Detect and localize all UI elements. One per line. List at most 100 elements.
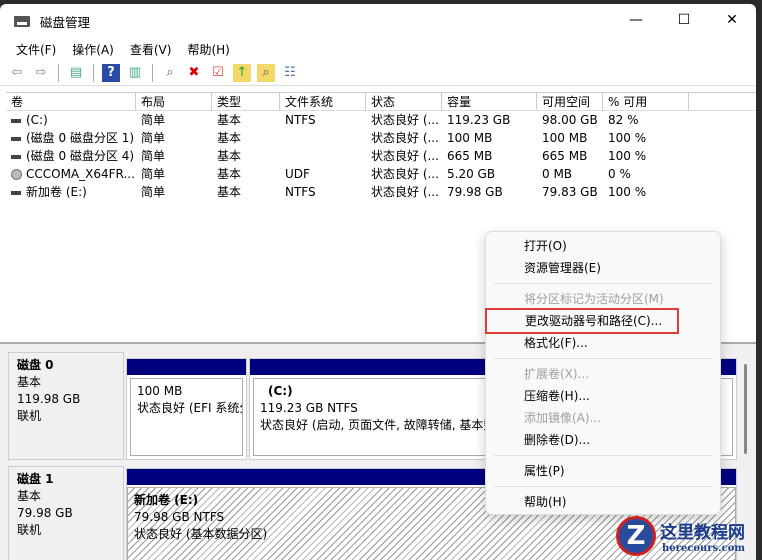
disk-size: 79.98 GB: [17, 506, 73, 520]
column-free-space[interactable]: 可用空间: [537, 93, 603, 110]
disk-name: 磁盘 1: [17, 472, 54, 486]
forward-icon[interactable]: ⇨: [32, 64, 50, 82]
menu-help[interactable]: 帮助(H): [187, 41, 229, 58]
menu-item-help[interactable]: 帮助(H): [486, 491, 720, 513]
volume-cell: (C:): [26, 113, 48, 127]
volume-cell: 状态良好 (...: [371, 131, 439, 145]
volume-cell: 100 MB: [447, 131, 493, 145]
volume-cell: 100 %: [608, 131, 647, 145]
vertical-scrollbar[interactable]: [744, 364, 747, 454]
volume-cell: 100 %: [608, 149, 647, 163]
volume-cell: UDF: [285, 167, 310, 181]
menu-item-extend-volume: 扩展卷(X)...: [524, 367, 590, 381]
menu-item-add-mirror: 添加镜像(A)...: [524, 411, 602, 425]
menu-item-shrink-volume[interactable]: 压缩卷(H)...: [486, 385, 720, 407]
volume-cell: 基本: [217, 185, 242, 199]
disk-status: 联机: [17, 409, 42, 423]
maximize-button[interactable]: ☐: [660, 4, 708, 36]
column-filesystem[interactable]: 文件系统: [280, 93, 366, 110]
volume-cell: 665 MB: [542, 149, 588, 163]
toolbar: ⇦ ⇨ ▤ ? ▥ ⌕ ✖ ☑ ↑ ⌕ ☷: [0, 60, 756, 86]
volume-cell: 0 %: [608, 167, 631, 181]
menu-view[interactable]: 查看(V): [130, 41, 172, 58]
volume-cell: 简单: [141, 131, 166, 145]
menu-file[interactable]: 文件(F): [16, 41, 56, 58]
delete-icon[interactable]: ✖: [185, 64, 203, 82]
volume-cell: 98.00 GB: [542, 113, 598, 127]
disk-0-info[interactable]: 磁盘 0 基本 119.98 GB 联机: [8, 352, 124, 460]
volume-cell: NTFS: [285, 185, 316, 199]
disk-size: 119.98 GB: [17, 392, 81, 406]
column-capacity[interactable]: 容量: [442, 93, 537, 110]
volume-cell: 79.98 GB: [447, 185, 503, 199]
volume-cell: 状态良好 (...: [371, 167, 439, 181]
close-button[interactable]: ✕: [708, 4, 756, 36]
volume-cell: 简单: [141, 185, 166, 199]
volume-cell: 新加卷 (E:): [26, 185, 87, 199]
volume-cell: 状态良好 (...: [371, 149, 439, 163]
column-percent-free[interactable]: % 可用: [603, 93, 689, 110]
disk-status: 联机: [17, 523, 42, 537]
column-volume[interactable]: 卷: [6, 93, 136, 110]
back-icon[interactable]: ⇦: [8, 64, 26, 82]
watermark-name: 这里教程网: [660, 523, 745, 543]
volume-cell: 基本: [217, 167, 242, 181]
partition-status: 状态良好 (EFI 系统分: [137, 401, 243, 415]
volume-row[interactable]: (C:) 简单 基本 NTFS 状态良好 (... 119.23 GB 98.00 GB 82…: [6, 111, 756, 129]
watermark-url: herecours.com: [661, 543, 745, 554]
list-icon[interactable]: ☷: [281, 64, 299, 82]
column-status[interactable]: 状态: [366, 93, 442, 110]
volume-cell: 0 MB: [542, 167, 573, 181]
menu-item-explore[interactable]: 资源管理器(E): [486, 257, 720, 279]
context-menu: 打开(O) 资源管理器(E) 将分区标记为活动分区(M) 更改驱动器号和路径(C…: [485, 231, 721, 515]
window-title: 磁盘管理: [40, 14, 91, 30]
watermark-logo: Z: [616, 516, 656, 556]
volume-cell: 665 MB: [447, 149, 493, 163]
menu-action[interactable]: 操作(A): [72, 41, 114, 58]
column-type[interactable]: 类型: [212, 93, 280, 110]
disk-icon: [11, 154, 21, 159]
volume-cell: 基本: [217, 113, 242, 127]
disk-management-icon: [14, 15, 30, 27]
volume-cell: 119.23 GB: [447, 113, 511, 127]
disk-type: 基本: [17, 375, 42, 389]
volume-cell: 基本: [217, 131, 242, 145]
volume-cell: 基本: [217, 149, 242, 163]
volume-cell: 100 %: [608, 185, 647, 199]
volume-row[interactable]: 新加卷 (E:) 简单 基本 NTFS 状态良好 (... 79.98 GB 79.83 G…: [6, 183, 756, 201]
volume-cell: CCCOMA_X64FR...: [26, 167, 135, 181]
show-pane-icon[interactable]: ▥: [126, 64, 144, 82]
properties-icon[interactable]: ☑: [209, 64, 227, 82]
volume-row[interactable]: CCCOMA_X64FR... 简单 基本 UDF 状态良好 (... 5.20 GB 0 …: [6, 165, 756, 183]
volume-cell: 82 %: [608, 113, 639, 127]
menu-item-mark-active: 将分区标记为活动分区(M): [524, 292, 664, 306]
search-folder-icon[interactable]: ⌕: [257, 63, 275, 82]
disk-icon: [11, 118, 21, 123]
disk-icon: [11, 136, 21, 141]
volume-cell: 状态良好 (...: [371, 113, 439, 127]
menu-item-properties[interactable]: 属性(P): [486, 460, 720, 482]
volume-cell: (磁盘 0 磁盘分区 1): [26, 131, 135, 145]
help-icon[interactable]: ?: [102, 63, 120, 82]
partition-efi[interactable]: 100 MB 状态良好 (EFI 系统分: [126, 358, 247, 460]
volume-row[interactable]: (磁盘 0 磁盘分区 1) 简单 基本 状态良好 (... 100 MB 100 MB 10…: [6, 129, 756, 147]
folder-up-icon[interactable]: ↑: [233, 63, 251, 82]
menu-item-delete-volume[interactable]: 删除卷(D)...: [486, 429, 720, 451]
menu-item-change-drive-letter[interactable]: 更改驱动器号和路径(C)...: [485, 308, 679, 334]
volume-cell: 简单: [141, 149, 166, 163]
volume-row[interactable]: (磁盘 0 磁盘分区 4) 简单 基本 状态良好 (... 665 MB 665 MB 10…: [6, 147, 756, 165]
connect-disk-icon[interactable]: ⌕: [161, 64, 179, 82]
disk-1-info[interactable]: 磁盘 1 基本 79.98 GB 联机: [8, 466, 124, 560]
minimize-button[interactable]: —: [612, 4, 660, 36]
watermark: Z 这里教程网 herecours.com: [616, 516, 745, 556]
volume-cell: 5.20 GB: [447, 167, 496, 181]
volume-cell: 简单: [141, 113, 166, 127]
volume-cell: NTFS: [285, 113, 316, 127]
column-layout[interactable]: 布局: [136, 93, 212, 110]
console-tree-icon[interactable]: ▤: [67, 64, 85, 82]
menu-item-format[interactable]: 格式化(F)...: [486, 332, 720, 354]
volume-cell: 100 MB: [542, 131, 588, 145]
volume-cell: (磁盘 0 磁盘分区 4): [26, 149, 135, 163]
menu-item-open[interactable]: 打开(O): [486, 235, 720, 257]
title-bar: 磁盘管理 — ☐ ✕: [0, 4, 756, 38]
